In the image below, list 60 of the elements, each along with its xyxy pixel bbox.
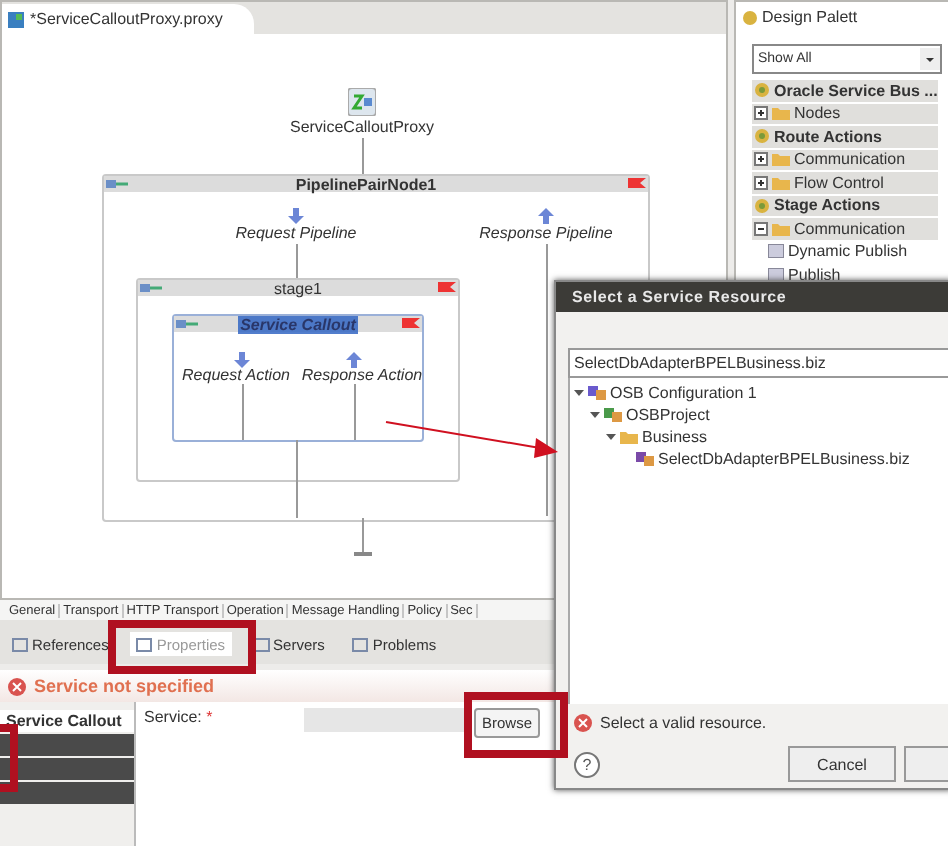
expand-icon[interactable] (754, 106, 768, 121)
proxy-icon (8, 11, 24, 27)
palette-icon (754, 128, 770, 145)
tree-item[interactable]: SelectDbAdapterBPELBusiness.biz (658, 450, 910, 468)
dialog-title: Select a Service Resource (556, 282, 948, 312)
expanded-icon[interactable] (606, 432, 616, 442)
down-arrow-icon (234, 352, 250, 368)
resource-icon (604, 406, 622, 424)
expand-icon[interactable] (754, 152, 768, 167)
error-icon (574, 713, 592, 731)
highlight-frame (464, 692, 568, 758)
editor-tab[interactable]: *ServiceCalloutProxy.proxy (2, 4, 255, 34)
action-label: Response Action (301, 366, 423, 384)
error-icon (8, 677, 26, 695)
up-arrow-icon (538, 208, 554, 224)
down-arrow-icon (288, 208, 304, 224)
end-marker (354, 552, 372, 556)
folder-icon (620, 430, 638, 444)
view-icon (136, 637, 153, 651)
palette-title[interactable]: Design Palett (762, 8, 858, 26)
dropdown-icon (919, 48, 940, 70)
node-icon (176, 318, 200, 330)
node-icon (140, 282, 164, 294)
expanded-icon[interactable] (590, 410, 600, 420)
palette-item[interactable]: Publish (788, 265, 841, 284)
palette-item[interactable]: Dynamic Publish (788, 242, 908, 261)
error-message: Service not specified (34, 676, 215, 696)
folder-icon (772, 106, 790, 121)
search-field[interactable]: SelectDbAdapterBPELBusiness.biz (568, 348, 948, 378)
error-flag-icon (628, 178, 646, 188)
action-label: Request Action (182, 366, 290, 384)
view-icon (352, 637, 369, 651)
tab-title: *ServiceCalloutProxy.proxy (30, 10, 223, 28)
expanded-icon[interactable] (574, 388, 584, 398)
error-flag-icon (402, 318, 420, 328)
service-field[interactable] (304, 708, 464, 732)
pipeline-label: Request Pipeline (235, 224, 357, 242)
resource-icon (588, 384, 606, 402)
collapse-icon[interactable] (754, 221, 768, 236)
service-label: Service: * (144, 708, 215, 726)
resource-icon (636, 450, 654, 468)
proxy-node-icon (348, 88, 376, 116)
up-arrow-icon (346, 352, 362, 368)
palette-icon (754, 82, 770, 99)
expand-icon[interactable] (754, 175, 768, 190)
node-title: stage1 (273, 279, 323, 297)
node-label: ServiceCalloutProxy (289, 118, 435, 136)
node-title: PipelinePairNode1 (295, 175, 437, 193)
view-icon (12, 637, 28, 651)
palette-icon (754, 197, 770, 214)
pipeline-label: Response Pipeline (479, 224, 613, 242)
help-button[interactable]: ? (574, 751, 600, 777)
dialog-button[interactable]: Cancel (788, 746, 896, 782)
validation-message: Select a valid resource. (600, 713, 767, 731)
view-icon (253, 637, 270, 651)
folder-icon (772, 221, 790, 236)
node-title: Service Callout (238, 315, 358, 333)
error-flag-icon (438, 282, 456, 292)
node-icon (106, 178, 130, 190)
palette-icon (742, 9, 758, 25)
